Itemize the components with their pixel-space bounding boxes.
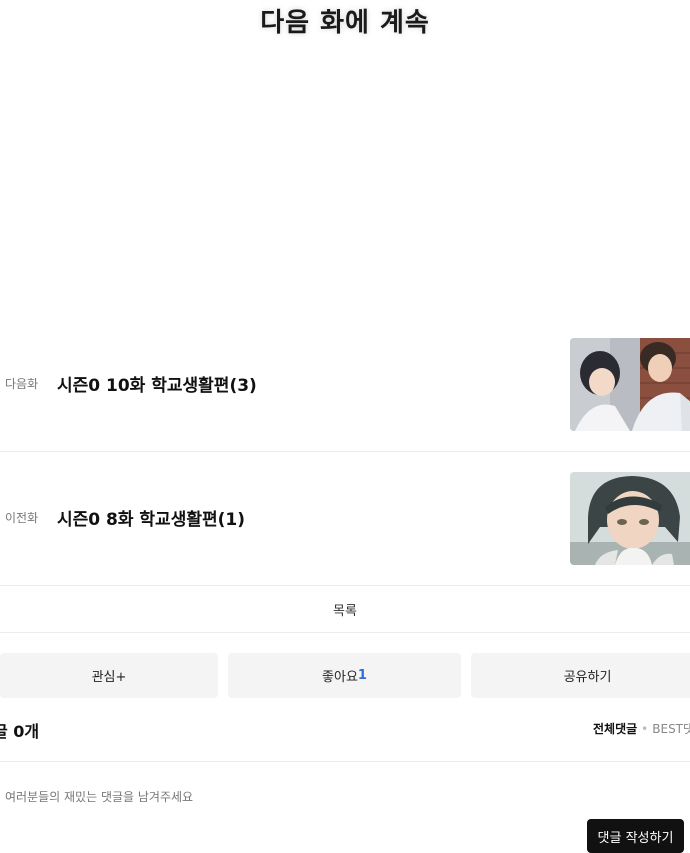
separator-dot: • <box>641 722 649 736</box>
comment-header: 글 0개 전체댓글 • BEST댓 <box>0 714 690 744</box>
next-episode-teaser-banner: 다음 화에 계속 <box>0 0 690 40</box>
comment-count: 글 0개 <box>0 722 40 741</box>
share-button-label: 공유하기 <box>563 670 612 685</box>
comment-sort-tabs: 전체댓글 • BEST댓 <box>593 720 690 737</box>
divider <box>0 451 690 452</box>
previous-episode-link[interactable]: 이전화 시즌0 8화 학교생활편(1) <box>0 459 690 576</box>
next-episode-title: 시즌0 10화 학교생활편(3) <box>57 376 257 396</box>
like-button-label: 좋아요 <box>322 670 358 685</box>
favorite-button-label: 관심+ <box>91 670 127 685</box>
next-episode-kind-label: 다음화 <box>5 377 39 391</box>
previous-episode-kind-label: 이전화 <box>5 511 39 525</box>
next-episode-thumbnail <box>570 338 690 431</box>
submit-comment-button[interactable]: 댓글 작성하기 <box>587 819 684 853</box>
share-button[interactable]: 공유하기 <box>471 653 690 698</box>
previous-episode-title: 시즌0 8화 학교생활편(1) <box>57 510 245 530</box>
comment-placeholder: 여러분들의 재밌는 댓글을 남겨주세요 <box>5 790 194 804</box>
to-be-continued-text: 다음 화에 계속 <box>260 8 430 38</box>
divider <box>0 632 690 633</box>
episode-list-button[interactable]: 목록 <box>0 586 690 632</box>
favorite-button[interactable]: 관심+ <box>0 653 218 698</box>
divider <box>0 761 690 762</box>
sort-best-comments-tab[interactable]: BEST댓 <box>652 722 690 736</box>
previous-episode-thumbnail <box>570 472 690 565</box>
sort-all-comments-tab[interactable]: 전체댓글 <box>593 722 637 736</box>
comment-input-area[interactable]: 여러분들의 재밌는 댓글을 남겨주세요 댓글 작성하기 <box>0 778 690 853</box>
like-button[interactable]: 좋아요 1 <box>228 653 461 698</box>
action-bar: 관심+ 좋아요 1 공유하기 <box>0 653 690 698</box>
like-count: 1 <box>357 668 367 683</box>
next-episode-link[interactable]: 다음화 시즌0 10화 학교생활편(3) <box>0 325 690 442</box>
